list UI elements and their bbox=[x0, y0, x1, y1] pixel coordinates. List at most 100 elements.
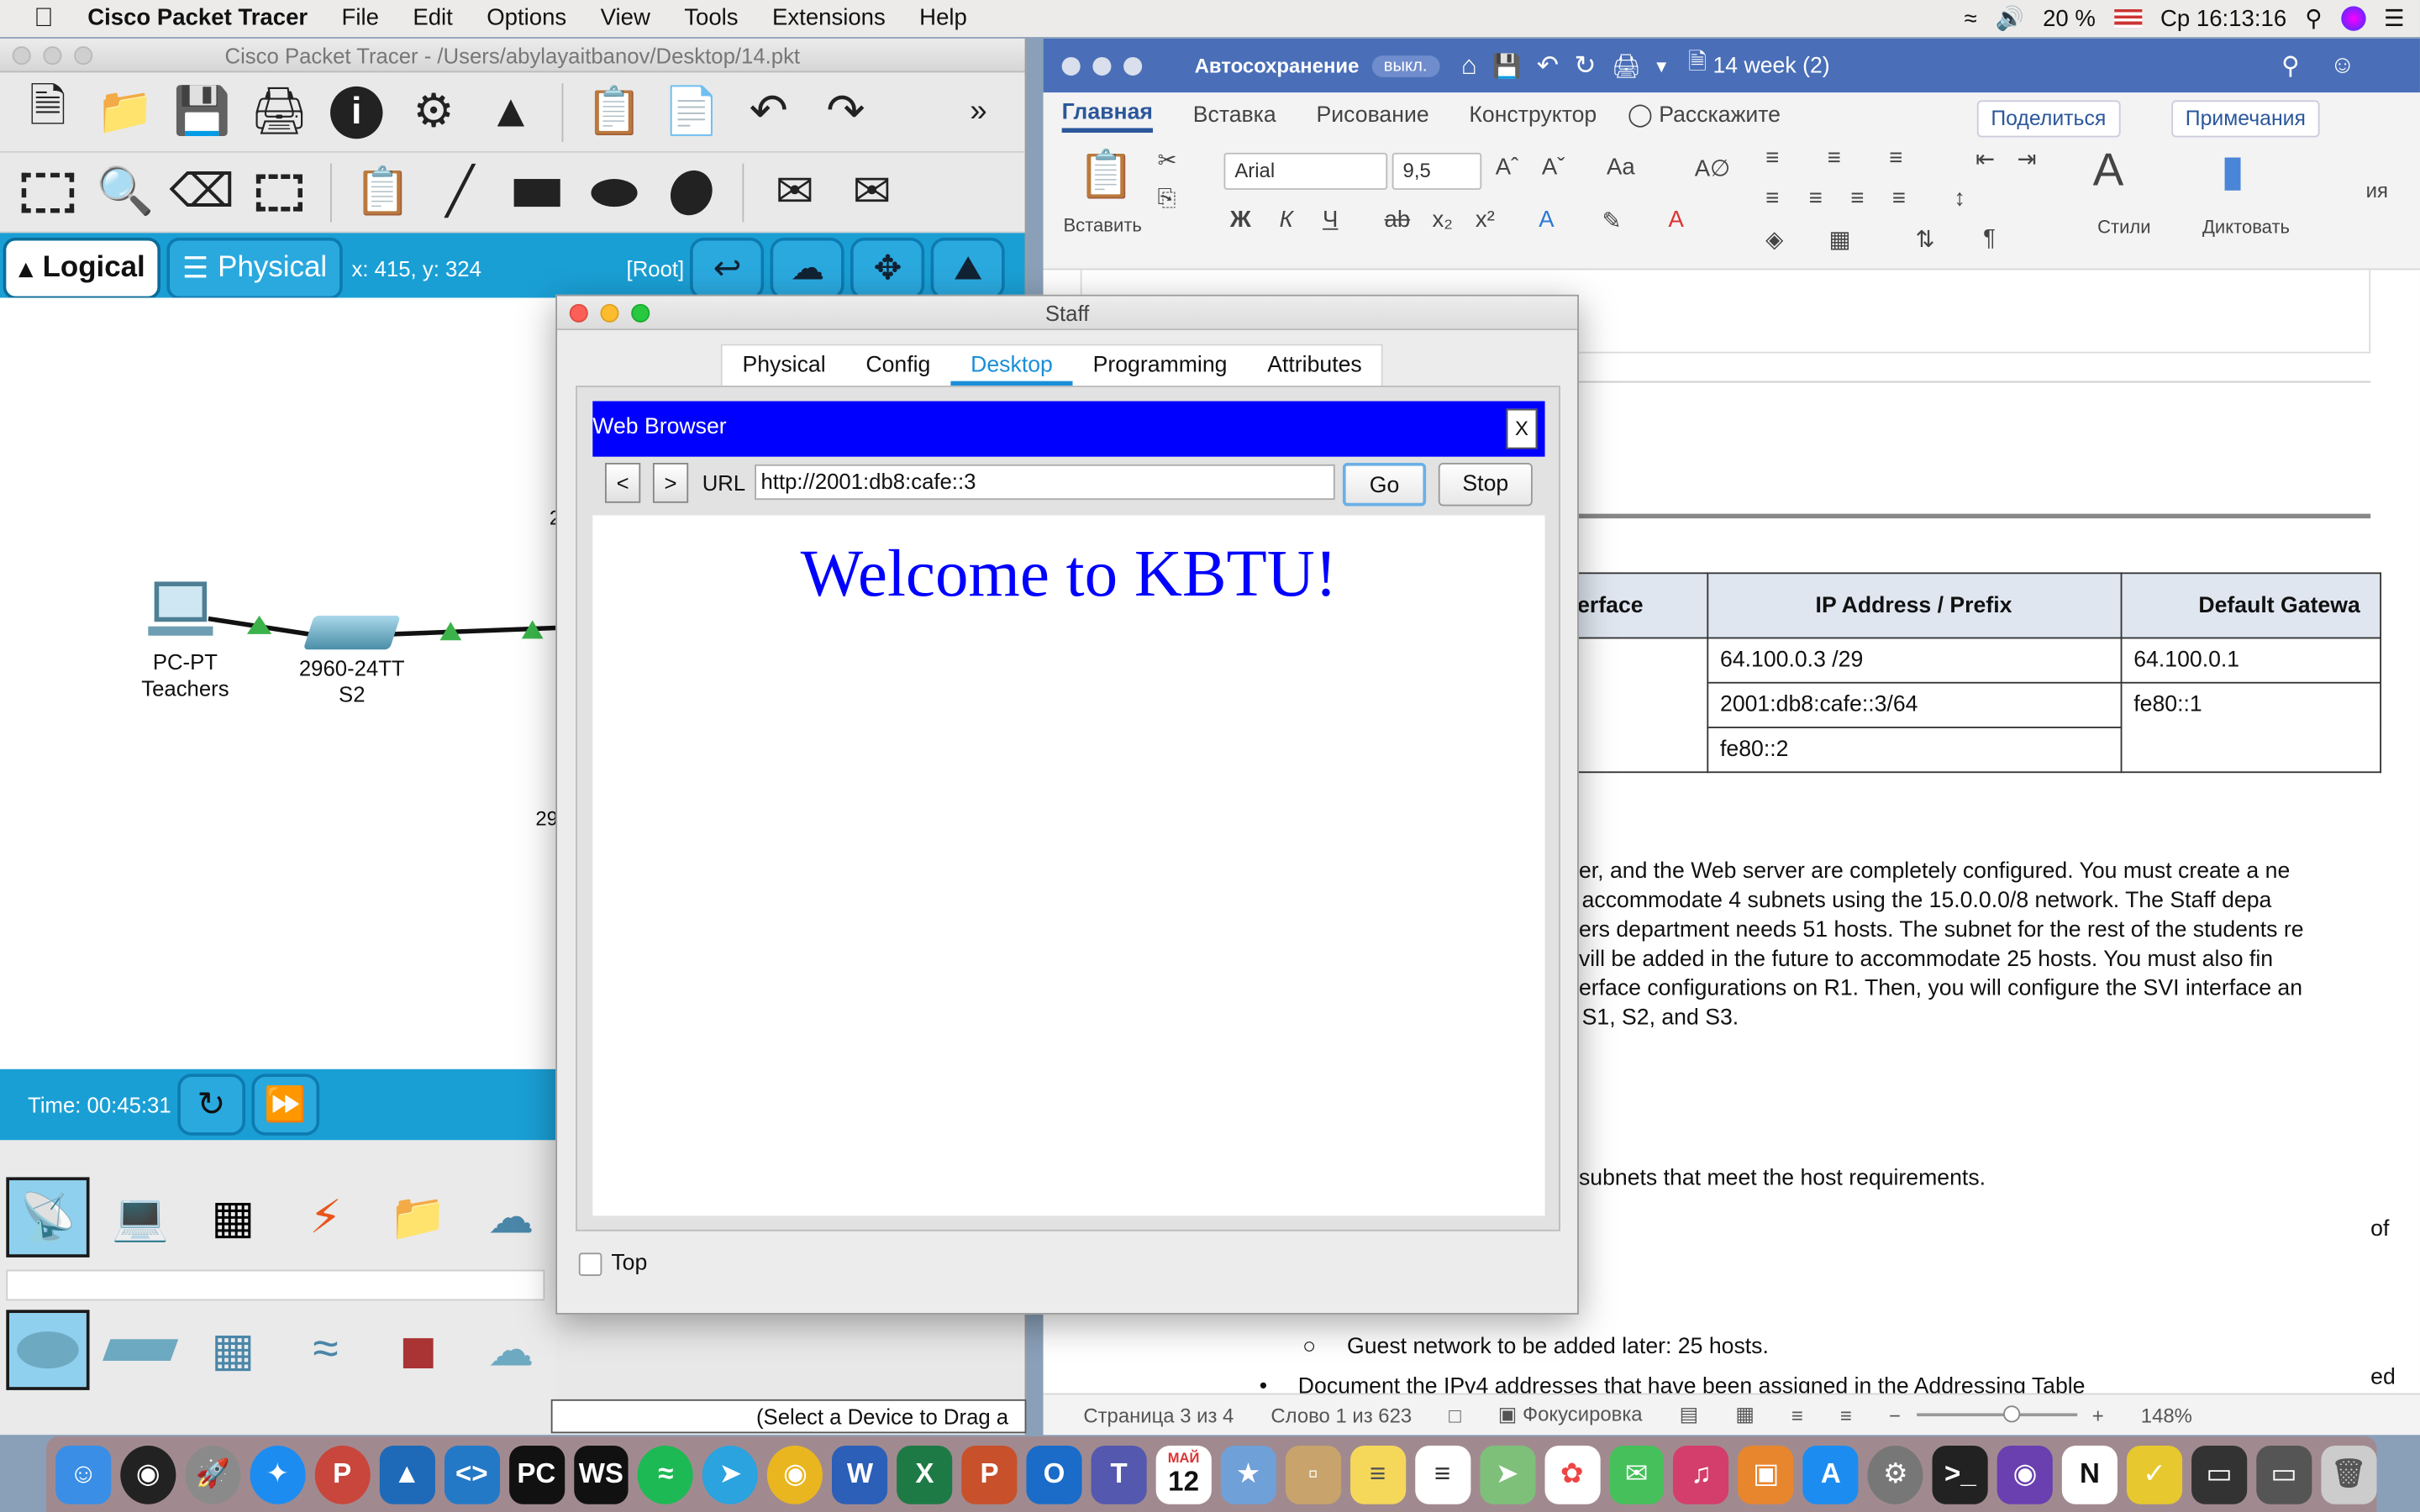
tab-draw[interactable]: Рисование bbox=[1317, 103, 1429, 128]
books-icon[interactable]: ▣ bbox=[1738, 1445, 1794, 1504]
zoom-in-icon[interactable]: + bbox=[2092, 1403, 2104, 1426]
menu-app[interactable]: Cisco Packet Tracer bbox=[71, 0, 324, 37]
status-words[interactable]: Слово 1 из 623 bbox=[1270, 1403, 1412, 1426]
zoom-slider[interactable] bbox=[1916, 1405, 2077, 1423]
word-doc-title[interactable]: 14 week (2) bbox=[1712, 53, 1829, 77]
align-right-icon[interactable]: ≡ bbox=[1850, 185, 1864, 211]
pilcrow-icon[interactable]: ¶ bbox=[1983, 225, 1996, 251]
share-button[interactable]: Поделиться bbox=[1976, 100, 2120, 138]
delete-icon[interactable]: ⌫ bbox=[166, 158, 237, 226]
staff-min-light[interactable] bbox=[600, 303, 619, 323]
back-icon[interactable]: ↩ bbox=[690, 237, 765, 300]
physical-mode-button[interactable]: ☰ Physical bbox=[166, 237, 343, 300]
change-case-icon[interactable]: Aa bbox=[1607, 155, 1635, 181]
paste-clipboard-icon[interactable]: 📋 bbox=[1077, 148, 1135, 202]
superscript-icon[interactable]: x² bbox=[1476, 207, 1495, 233]
clock-text[interactable]: Ср 16:13:16 bbox=[2160, 5, 2286, 31]
clear-format-icon[interactable]: A∅ bbox=[1695, 155, 1730, 182]
word-close-light[interactable] bbox=[1061, 56, 1081, 76]
move-object-icon[interactable]: ✥ bbox=[850, 237, 925, 300]
copy-format-icon[interactable]: ⎘ bbox=[1158, 185, 1176, 211]
pycharm-icon[interactable]: PC bbox=[508, 1445, 565, 1504]
volume-icon[interactable]: 🔊 bbox=[1996, 5, 2024, 32]
home-icon[interactable]: ⌂ bbox=[1461, 50, 1477, 81]
powerpoint-icon[interactable]: P bbox=[961, 1445, 1018, 1504]
network-wizard-icon[interactable]: ⚙ bbox=[398, 78, 469, 146]
open-folder-icon[interactable]: 📁 bbox=[90, 78, 160, 146]
grow-font-icon[interactable]: Aˆ bbox=[1496, 155, 1519, 181]
telegram-icon[interactable]: ➤ bbox=[702, 1445, 759, 1504]
staff-close-light[interactable] bbox=[569, 303, 588, 323]
pt-close-light[interactable] bbox=[12, 46, 31, 66]
menu-tools[interactable]: Tools bbox=[667, 0, 755, 37]
notion-icon[interactable]: N bbox=[2061, 1445, 2118, 1504]
go-button[interactable]: Go bbox=[1342, 463, 1427, 507]
hubs-icon[interactable]: ▦ bbox=[192, 1310, 275, 1390]
word-save-icon[interactable]: 💾 bbox=[1492, 52, 1521, 79]
proofing-icon[interactable]: □ bbox=[1449, 1403, 1460, 1426]
siri-icon[interactable] bbox=[2340, 6, 2365, 31]
tab-home[interactable]: Главная bbox=[1061, 99, 1153, 133]
info-icon[interactable]: i bbox=[321, 78, 392, 146]
security-icon[interactable]: ◼ bbox=[376, 1310, 460, 1390]
save-icon[interactable]: 💾 bbox=[166, 78, 237, 146]
pt-zoom-light[interactable] bbox=[74, 46, 93, 66]
pt-min-light[interactable] bbox=[43, 46, 62, 66]
chrome-icon[interactable]: ◉ bbox=[767, 1445, 823, 1504]
stop-button[interactable]: Stop bbox=[1438, 463, 1533, 507]
redo-icon[interactable]: ↷ bbox=[810, 78, 881, 146]
toolbar-overflow-icon[interactable]: » bbox=[943, 78, 1013, 146]
packet-tracer-dock-icon[interactable]: ✓ bbox=[2126, 1445, 2182, 1504]
switch-s2-device[interactable] bbox=[302, 615, 401, 650]
add-simple-pdu-icon[interactable]: ✉ bbox=[760, 158, 830, 226]
multiuser-category-icon[interactable]: ☁ bbox=[469, 1177, 552, 1257]
wireless-icon[interactable]: ≈ bbox=[284, 1310, 367, 1390]
word-min-light[interactable] bbox=[1092, 56, 1112, 76]
menu-extensions[interactable]: Extensions bbox=[755, 0, 902, 37]
preview-icon[interactable]: ★ bbox=[1220, 1445, 1276, 1504]
numbering-icon[interactable]: ≡ bbox=[1828, 145, 1841, 171]
strike-icon[interactable]: ab bbox=[1385, 207, 1411, 233]
freeform-icon[interactable] bbox=[656, 158, 727, 226]
staff-zoom-light[interactable] bbox=[631, 303, 650, 323]
top-checkbox[interactable]: Top bbox=[578, 1252, 647, 1276]
word-search-icon[interactable]: ⚲ bbox=[2281, 50, 2300, 81]
trash-icon[interactable]: 🗑 bbox=[2321, 1445, 2377, 1504]
shrink-font-icon[interactable]: Aˇ bbox=[1542, 155, 1565, 181]
underline-icon[interactable]: Ч bbox=[1323, 207, 1338, 233]
apple-icon[interactable]:  bbox=[0, 0, 71, 37]
undo-icon[interactable]: ↶ bbox=[733, 78, 803, 146]
tab-insert[interactable]: Вставка bbox=[1193, 103, 1276, 128]
url-input[interactable]: http://2001:db8:cafe::3 bbox=[755, 464, 1335, 501]
browser-forward-button[interactable]: > bbox=[652, 463, 689, 503]
notes-icon[interactable]: ≡ bbox=[1349, 1445, 1406, 1504]
add-complex-pdu-icon[interactable]: ✉ bbox=[836, 158, 907, 226]
launchpad-icon[interactable]: 🚀 bbox=[185, 1445, 241, 1504]
excel-icon[interactable]: X bbox=[897, 1445, 953, 1504]
decrease-indent-icon[interactable]: ⇤ bbox=[1975, 145, 1995, 172]
finder-icon[interactable]: ☺ bbox=[55, 1445, 112, 1504]
routers-icon[interactable] bbox=[6, 1310, 90, 1390]
pc-app-icon[interactable]: P bbox=[314, 1445, 371, 1504]
draft-icon[interactable]: ≡ bbox=[1840, 1403, 1852, 1426]
print-icon[interactable]: 🖨 bbox=[244, 78, 314, 146]
appstore-icon[interactable]: A bbox=[1802, 1445, 1859, 1504]
battery-text[interactable]: 20 % bbox=[2043, 5, 2096, 31]
logical-mode-button[interactable]: ▴ Logical bbox=[3, 237, 161, 300]
print-layout-icon[interactable]: ▤ bbox=[1680, 1403, 1699, 1427]
focus-mode[interactable]: ▣ Фокусировка bbox=[1498, 1403, 1643, 1427]
web-layout-icon[interactable]: ▦ bbox=[1735, 1403, 1754, 1427]
flag-icon[interactable] bbox=[2113, 9, 2142, 29]
new-cluster-icon[interactable]: ☁ bbox=[771, 237, 845, 300]
terminal-icon[interactable]: >_ bbox=[1932, 1445, 1988, 1504]
new-file-icon[interactable]: 🗎 bbox=[13, 78, 83, 146]
font-size-select[interactable]: 9,5 bbox=[1392, 152, 1482, 190]
justify-icon[interactable]: ≡ bbox=[1892, 185, 1906, 211]
messages-icon[interactable]: ✉ bbox=[1608, 1445, 1665, 1504]
align-center-icon[interactable]: ≡ bbox=[1809, 185, 1823, 211]
network-devices-category-icon[interactable]: 📡 bbox=[6, 1177, 90, 1257]
word-account-icon[interactable]: ☺ bbox=[2330, 52, 2355, 80]
outline-icon[interactable]: ≡ bbox=[1791, 1403, 1803, 1426]
paste-icon[interactable]: 📄 bbox=[656, 78, 727, 146]
cut-icon[interactable]: ✂ bbox=[1158, 146, 1177, 174]
